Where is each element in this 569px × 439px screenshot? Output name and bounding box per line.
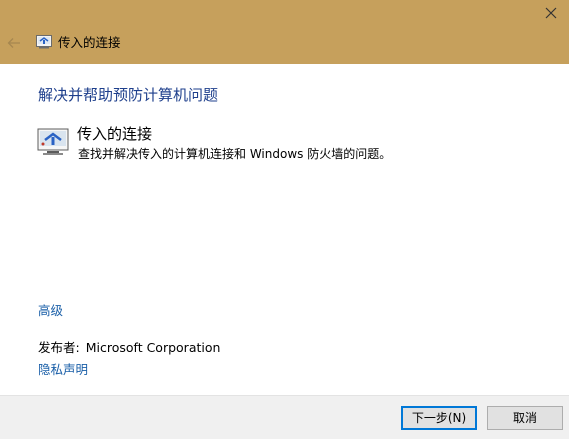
privacy-statement-link[interactable]: 隐私声明 [38,361,88,379]
back-arrow-icon [7,38,20,48]
window-title: 传入的连接 [58,35,121,50]
network-troubleshooter-icon [36,35,52,49]
troubleshooter-title: 传入的连接 [77,125,153,143]
dialog-footer: 下一步(N) 取消 [0,395,569,439]
publisher-value: Microsoft Corporation [85,340,221,355]
publisher-label: 发布者: [38,340,80,355]
back-button[interactable] [5,34,23,52]
next-button[interactable]: 下一步(N) [401,406,477,430]
network-troubleshooter-icon [37,128,69,155]
troubleshooter-description: 查找并解决传入的计算机连接和 Windows 防火墙的问题。 [78,147,392,161]
cancel-button[interactable]: 取消 [487,406,563,430]
close-icon [545,7,557,19]
advanced-link[interactable]: 高级 [38,302,63,320]
page-heading: 解决并帮助预防计算机问题 [38,86,219,104]
title-bar: 传入的连接 [0,0,569,64]
close-button[interactable] [537,0,565,26]
publisher-info: 发布者: Microsoft Corporation [38,339,220,357]
